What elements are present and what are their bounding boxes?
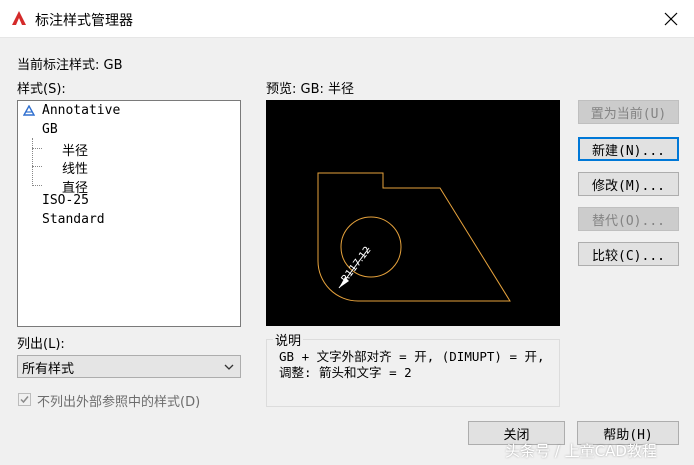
style-item-gb[interactable]: GB [42,122,58,137]
set-current-button[interactable]: 置为当前(U) [578,100,679,124]
tree-connector [32,138,33,186]
annotative-icon [23,105,35,116]
list-filter-value: 所有样式 [22,362,75,377]
tree-connector [32,185,42,186]
close-icon [664,12,678,26]
exclude-xref-checkbox[interactable] [18,393,31,406]
styles-label: 样式(S): [17,82,66,97]
list-filter-select[interactable]: 所有样式 [17,355,241,378]
modify-style-button[interactable]: 修改(M)... [578,172,679,196]
checkmark-icon [20,396,29,404]
close-window-button[interactable] [648,0,694,38]
style-item-linear[interactable]: 线性 [62,158,88,177]
preview-canvas: R117.12 [266,100,560,326]
exclude-xref-label: 不列出外部参照中的样式(D) [37,395,201,410]
style-item-iso25[interactable]: ISO-25 [42,193,89,208]
title-bar: 标注样式管理器 [0,0,694,38]
style-item-annotative[interactable]: Annotative [42,103,120,118]
watermark-text: 头条号 / 上童CAD教程 [505,442,657,460]
compare-styles-button[interactable]: 比较(C)... [578,242,679,266]
styles-list[interactable]: Annotative GB 半径 线性 直径 ISO-25 Standard [17,100,241,327]
description-label: 说明 [273,330,304,349]
preview-label: 预览: GB: 半径 [266,82,355,97]
style-item-standard[interactable]: Standard [42,212,105,227]
description-text: GB + 文字外部对齐 = 开, (DIMUPT) = 开, 调整: 箭头和文字… [279,349,545,380]
chevron-down-icon [224,364,234,370]
dimension-text: R117.12 [340,245,374,285]
current-style-label: 当前标注样式: GB [17,58,123,73]
tree-connector [32,166,42,167]
preview-drawing: R117.12 [317,172,511,302]
window-title: 标注样式管理器 [35,13,133,29]
new-style-button[interactable]: 新建(N)... [578,137,679,161]
override-style-button[interactable]: 替代(O)... [578,207,679,231]
autocad-app-icon [12,11,26,25]
tree-connector [32,148,42,149]
style-item-radius[interactable]: 半径 [62,140,88,159]
list-label: 列出(L): [17,337,65,352]
